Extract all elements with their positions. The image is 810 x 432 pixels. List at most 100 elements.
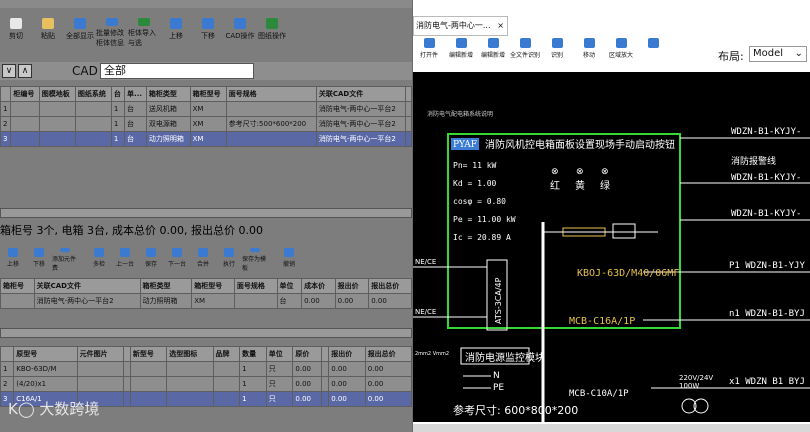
table-cell[interactable]: XM bbox=[189, 116, 227, 132]
table-cell[interactable] bbox=[321, 361, 330, 377]
table-cell[interactable]: 消防电气-两中心一平台2 bbox=[315, 101, 407, 117]
table-cell[interactable] bbox=[129, 376, 168, 392]
table-row[interactable]: 1 1 台送风机箱 XM 消防电气-两中心一平台2 bbox=[0, 101, 412, 117]
table-row[interactable]: 消防电气-两中心一平台2 动力照明箱 XM 台 0.00 0.00 0.00 bbox=[0, 293, 412, 309]
column-header[interactable]: 选型图标 bbox=[166, 346, 214, 362]
column-header[interactable]: 面号规格 bbox=[233, 278, 278, 294]
tb2-add-button[interactable]: 添加元件费 bbox=[52, 248, 78, 272]
table-cell[interactable]: 1 bbox=[239, 391, 267, 407]
table-cell[interactable] bbox=[321, 376, 330, 392]
table-cell[interactable]: 0.00 bbox=[334, 293, 370, 309]
tb1-drawing-button[interactable]: 图纸操作 bbox=[256, 18, 288, 48]
tb2-save-button[interactable]: 保存 bbox=[138, 248, 164, 272]
table-cell[interactable]: 双电源箱 bbox=[145, 116, 191, 132]
tb2-next-button[interactable]: 下一台 bbox=[164, 248, 190, 272]
table-cell[interactable]: 1 bbox=[0, 101, 12, 117]
tb2-template-button[interactable]: 保存为模板 bbox=[242, 248, 268, 272]
table-cell[interactable]: 0.00 bbox=[301, 293, 336, 309]
table-cell[interactable]: 台 bbox=[124, 131, 147, 147]
column-header[interactable]: 元件图片 bbox=[76, 346, 124, 362]
rtb-add-button[interactable]: 编辑新增 bbox=[445, 38, 477, 68]
column-header[interactable]: 台 bbox=[110, 86, 126, 102]
table-row[interactable]: 1 KBO-63D/M 1 只 0.00 0.00 0.00 bbox=[0, 361, 412, 377]
column-header[interactable]: 原型号 bbox=[13, 346, 78, 362]
table-cell[interactable] bbox=[10, 101, 40, 117]
tb1-scissors-button[interactable]: 剪切 bbox=[0, 18, 32, 48]
table-cell[interactable] bbox=[10, 116, 40, 132]
rtb-zoom-button[interactable]: 区域放大 bbox=[605, 38, 637, 68]
table-cell[interactable] bbox=[129, 361, 168, 377]
table-cell[interactable]: 0.00 bbox=[328, 376, 366, 392]
table-cell[interactable]: XM bbox=[191, 293, 235, 309]
table-cell[interactable] bbox=[38, 131, 76, 147]
table-cell[interactable]: 消防电气-两中心一平台2 bbox=[315, 131, 407, 147]
expand-button[interactable]: ∧ bbox=[18, 64, 32, 78]
table-cell[interactable]: 台 bbox=[124, 116, 147, 132]
column-header[interactable]: 图纸系统 bbox=[74, 86, 112, 102]
column-header[interactable]: 数量 bbox=[239, 346, 267, 362]
table-cell[interactable] bbox=[166, 361, 214, 377]
table-cell[interactable]: 动力照明箱 bbox=[139, 293, 193, 309]
tb2-arrow-up-button[interactable]: 上移 bbox=[0, 248, 26, 272]
table-cell[interactable]: 0.00 bbox=[364, 391, 412, 407]
table-cell[interactable]: 消防电气-两中心一平台2 bbox=[33, 293, 141, 309]
table-row[interactable]: 2 1 台双电源箱 XM 参考尺寸:500*600*200 消防电气-两中心一平台2 bbox=[0, 116, 412, 132]
table-cell[interactable]: 1 bbox=[239, 376, 267, 392]
table-cell[interactable] bbox=[405, 101, 412, 117]
tb2-merge-button[interactable]: 合并 bbox=[190, 248, 216, 272]
column-header[interactable] bbox=[122, 346, 131, 362]
table-cell[interactable]: 台 bbox=[276, 293, 303, 309]
column-header[interactable]: 原价 bbox=[292, 346, 323, 362]
tb1-eye-button[interactable]: 全部显示 bbox=[64, 18, 96, 48]
column-header[interactable]: 图模地板 bbox=[38, 86, 76, 102]
table-cell[interactable]: 1 bbox=[110, 101, 126, 117]
horizontal-scrollbar[interactable] bbox=[0, 208, 412, 218]
tb1-batch-edit-button[interactable]: 批量修改柜体信息 bbox=[96, 18, 128, 48]
column-header[interactable] bbox=[0, 86, 12, 102]
table-cell[interactable]: 参考尺寸:500*600*200 bbox=[225, 116, 317, 132]
table-cell[interactable]: 0.00 bbox=[328, 391, 366, 407]
tb2-arrow-down-button[interactable]: 下移 bbox=[26, 248, 52, 272]
table-cell[interactable]: 0.00 bbox=[292, 391, 323, 407]
collapse-button[interactable]: ∨ bbox=[2, 64, 16, 78]
table-cell[interactable]: XM bbox=[189, 101, 227, 117]
column-header[interactable] bbox=[405, 86, 412, 102]
table-cell[interactable] bbox=[122, 361, 131, 377]
table-cell[interactable] bbox=[212, 376, 241, 392]
column-header[interactable]: 新型号 bbox=[129, 346, 168, 362]
table-cell[interactable]: 0.00 bbox=[292, 361, 323, 377]
tb1-arrow-up-button[interactable]: 上移 bbox=[160, 18, 192, 48]
column-header[interactable]: 箱柜号 bbox=[0, 278, 35, 294]
table-cell[interactable] bbox=[10, 131, 40, 147]
tb1-cad-button[interactable]: CAD操作 bbox=[224, 18, 256, 48]
table-cell[interactable] bbox=[38, 116, 76, 132]
table-cell[interactable] bbox=[74, 131, 112, 147]
table-cell[interactable]: 只 bbox=[265, 376, 294, 392]
table-cell[interactable] bbox=[122, 391, 131, 407]
table-cell[interactable] bbox=[405, 131, 412, 147]
column-header[interactable] bbox=[321, 346, 330, 362]
table-cell[interactable] bbox=[76, 376, 124, 392]
tb1-import-button[interactable]: 柜体导入与逃 bbox=[128, 18, 160, 48]
column-header[interactable]: 关联CAD文件 bbox=[315, 86, 407, 102]
rtb-add-button[interactable]: 编辑新增 bbox=[477, 38, 509, 68]
column-header[interactable]: 箱柜型号 bbox=[189, 86, 227, 102]
column-header[interactable] bbox=[0, 346, 15, 362]
close-icon[interactable]: × bbox=[497, 17, 504, 35]
column-header[interactable]: 品牌 bbox=[212, 346, 241, 362]
table-cell[interactable]: KBO-63D/M bbox=[13, 361, 78, 377]
layout-select[interactable]: Model ⌄ bbox=[749, 46, 807, 62]
rtb-open-button[interactable]: 打开件 bbox=[413, 38, 445, 68]
tb2-check-button[interactable]: 多检 bbox=[86, 248, 112, 272]
table-cell[interactable] bbox=[212, 391, 241, 407]
table-cell[interactable]: 0.00 bbox=[292, 376, 323, 392]
table-cell[interactable]: 0.00 bbox=[364, 376, 412, 392]
column-header[interactable]: 成本价 bbox=[301, 278, 336, 294]
table-cell[interactable]: 0.00 bbox=[368, 293, 412, 309]
table-cell[interactable] bbox=[405, 116, 412, 132]
table-cell[interactable]: 只 bbox=[265, 361, 294, 377]
table-row[interactable]: 3 1 台动力照明箱 XM 消防电气-两中心一平台2 bbox=[0, 131, 412, 147]
tb1-arrow-down-button[interactable]: 下移 bbox=[192, 18, 224, 48]
rtb-move-button[interactable]: 移动 bbox=[573, 38, 605, 68]
table-cell[interactable] bbox=[38, 101, 76, 117]
